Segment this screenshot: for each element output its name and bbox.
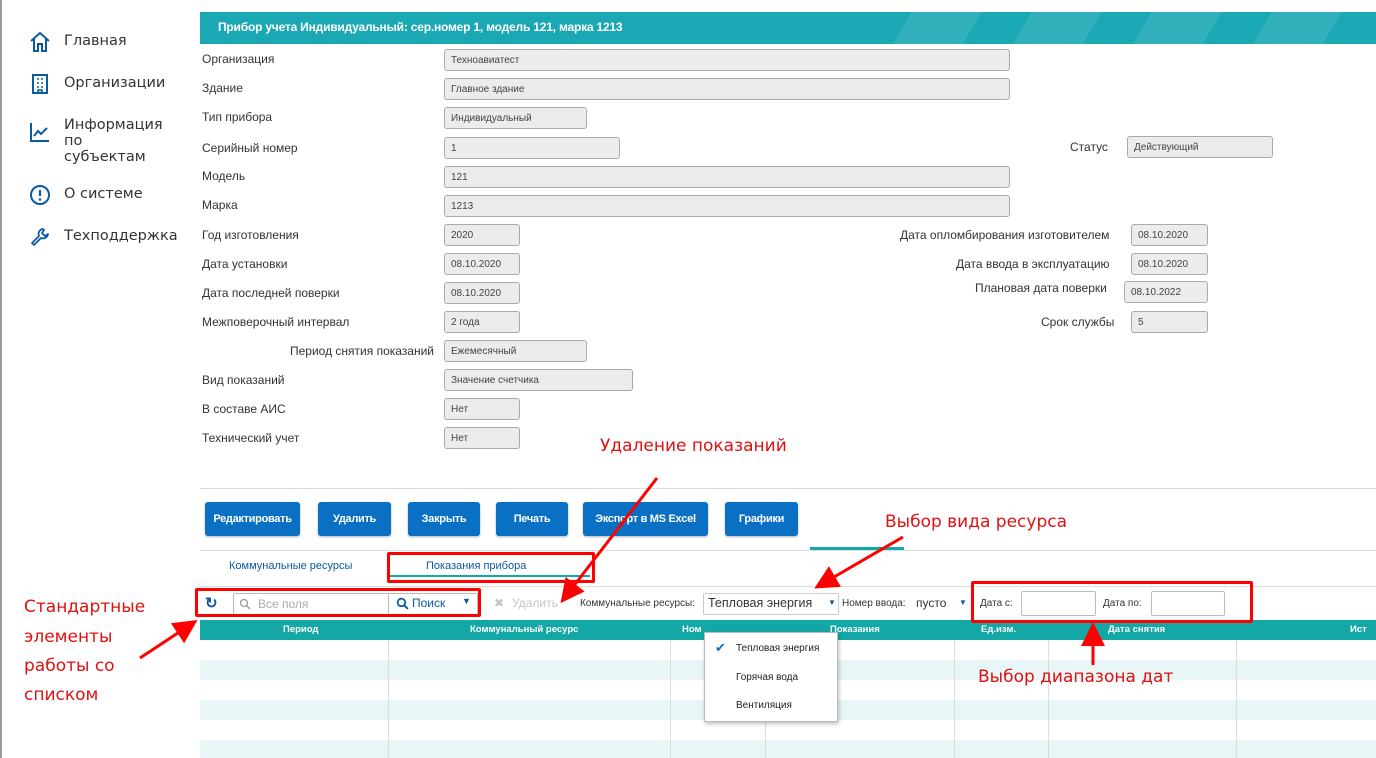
arrow-resource-choice [814, 535, 904, 589]
arrow-list-tools [139, 620, 198, 660]
annotation-arrows [139, 477, 1105, 665]
arrow-delete-readings [560, 477, 659, 604]
page: Главная Организации Информация по субъек… [0, 0, 1376, 758]
